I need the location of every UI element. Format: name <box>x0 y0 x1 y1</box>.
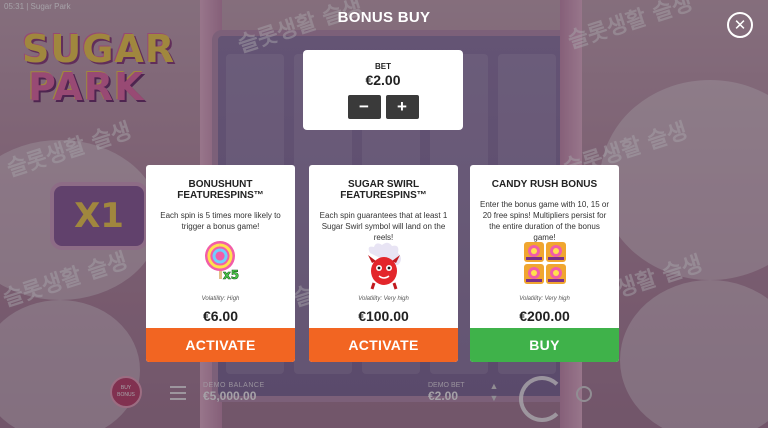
svg-text:x5: x5 <box>223 268 239 281</box>
modal-title: BONUS BUY <box>337 9 431 26</box>
decrease-bet-button[interactable]: − <box>347 95 381 119</box>
card-title: SUGAR SWIRL FEATURESPINS™ <box>340 179 427 201</box>
card-description: Enter the bonus game with 10, 15 or 20 f… <box>480 200 609 242</box>
card-price: €6.00 <box>202 308 239 324</box>
card-volatility: Volatility: Very high <box>358 296 409 302</box>
sugar-swirl-monster-icon <box>364 241 404 291</box>
buy-candy-rush-button[interactable]: BUY <box>470 328 619 362</box>
scatter-symbols-icon <box>523 241 567 285</box>
sugar-swirl-card: SUGAR SWIRL FEATURESPINS™ Each spin guar… <box>309 165 458 362</box>
card-description: Each spin is 5 times more likely to trig… <box>160 211 281 231</box>
bet-selector: BET €2.00 − + <box>303 50 463 130</box>
card-price: €200.00 <box>519 308 570 324</box>
card-volatility: Volatility: Very high <box>519 296 570 302</box>
bet-selector-value: €2.00 <box>365 72 401 88</box>
card-price: €100.00 <box>358 308 409 324</box>
close-icon[interactable]: ✕ <box>727 12 753 38</box>
candy-rush-card: CANDY RUSH BONUS Enter the bonus game wi… <box>470 165 619 362</box>
increase-bet-button[interactable]: + <box>385 95 419 119</box>
card-description: Each spin guarantees that at least 1 Sug… <box>319 211 448 242</box>
card-volatility: Volatility: High <box>201 296 240 302</box>
lollipop-x5-icon: x5 <box>201 239 241 282</box>
card-title: CANDY RUSH BONUS <box>491 179 598 190</box>
card-title: BONUSHUNT FEATURESPINS™ <box>177 179 264 201</box>
bet-selector-label: BET <box>375 62 391 71</box>
bonushunt-card: BONUSHUNT FEATURESPINS™ Each spin is 5 t… <box>146 165 295 362</box>
activate-sugar-swirl-button[interactable]: ACTIVATE <box>309 328 458 362</box>
activate-bonushunt-button[interactable]: ACTIVATE <box>146 328 295 362</box>
